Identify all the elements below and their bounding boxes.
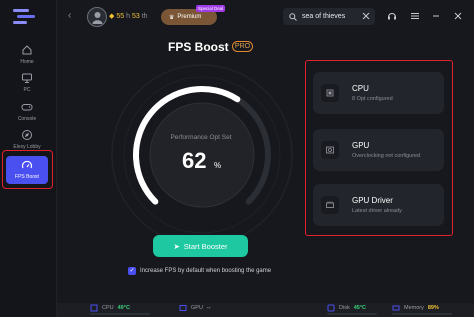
disk-usage-bar [327,313,377,315]
increase-fps-label: Increase FPS by default when boosting th… [140,268,272,274]
gpu-icon [321,141,339,159]
card-subtitle: 8 Opt configured [352,96,393,102]
disk-status-label: Disk [339,305,350,311]
search-icon [289,12,297,21]
cpu-card[interactable]: CPU 8 Opt configured [313,72,444,114]
card-subtitle: Overclocking not configured [352,153,421,159]
home-icon [22,45,32,55]
cpu-status-value: 49°C [117,305,130,311]
start-booster-label: Start Booster [183,241,228,251]
avatar[interactable] [87,7,107,27]
sidebar-item-label: Console [17,116,37,122]
sidebar-item-console[interactable]: Console [4,101,50,131]
close-icon[interactable] [453,11,463,21]
gauge-unit: % [214,161,222,170]
disk-icon [327,304,335,312]
gpu-driver-card[interactable]: GPU Driver Latest driver already [313,184,444,226]
sidebar-item-home[interactable]: Home [4,44,50,74]
gpu-status-label: GPU [191,305,203,311]
gauge-value: 62 [182,148,207,173]
user-icon [92,12,103,24]
hours-unit: th [141,13,148,20]
minimize-icon[interactable] [431,11,441,21]
cpu-icon [90,304,98,312]
sidebar-item-pc[interactable]: PC [4,72,50,102]
sidebar-item-label: Home [20,59,34,65]
gpu-card[interactable]: GPU Overclocking not configured [313,129,444,171]
cpu-status-label: CPU [102,305,114,311]
disk-status-value: 45°C [353,305,366,311]
pro-badge: PRO [232,41,253,52]
premium-label: Premium [177,14,202,20]
memory-status-label: Memory [404,305,424,311]
search-value: sea of thieves [302,13,346,20]
page-title: FPS Boost [168,40,229,54]
memory-status-value: 89% [427,305,439,311]
hours-value: 53 [131,13,140,20]
memory-usage-bar [392,313,452,315]
cpu-usage-bar [90,313,150,315]
crown-icon: ♛ [169,14,175,21]
back-chevron-icon[interactable]: ‹ [68,10,71,21]
gauge-label: Performance Opt Set [170,134,232,141]
coins-unit: h [126,13,130,20]
card-title: GPU Driver [352,196,393,205]
user-stats: ◆ 55 h 53 th [109,12,148,20]
special-deal-badge: Special Deal [196,5,226,12]
card-title: CPU [352,84,369,93]
compass-icon [22,130,32,140]
coins-value: 55 [116,13,125,20]
increase-fps-option[interactable]: ✓ Increase FPS by default when boosting … [128,267,271,275]
memory-icon [392,305,400,311]
gamepad-icon [21,104,33,111]
menu-icon[interactable] [410,11,420,21]
cpu-icon [321,84,339,102]
gpu-icon [179,305,187,311]
highlight-frame-sidebar [2,150,53,189]
start-booster-button[interactable]: ➤ Start Booster [153,235,248,257]
card-subtitle: Latest driver already [352,208,402,214]
gpu-status: GPU -- [179,304,211,312]
sidebar-item-label: PC [23,87,31,93]
driver-icon [321,196,339,214]
headset-icon[interactable] [387,11,397,21]
clear-search-icon[interactable] [361,11,371,21]
increase-fps-checkbox[interactable]: ✓ [128,267,136,275]
gpu-status-value: -- [206,305,211,311]
disk-status: Disk 45°C [327,304,366,312]
diamond-icon: ◆ [109,13,115,20]
app-logo-icon [13,9,35,24]
monitor-icon [22,73,32,83]
cpu-status: CPU 49°C [90,304,130,312]
rocket-icon: ➤ [173,241,180,251]
card-title: GPU [352,141,370,150]
memory-status: Memory 89% [392,304,439,312]
